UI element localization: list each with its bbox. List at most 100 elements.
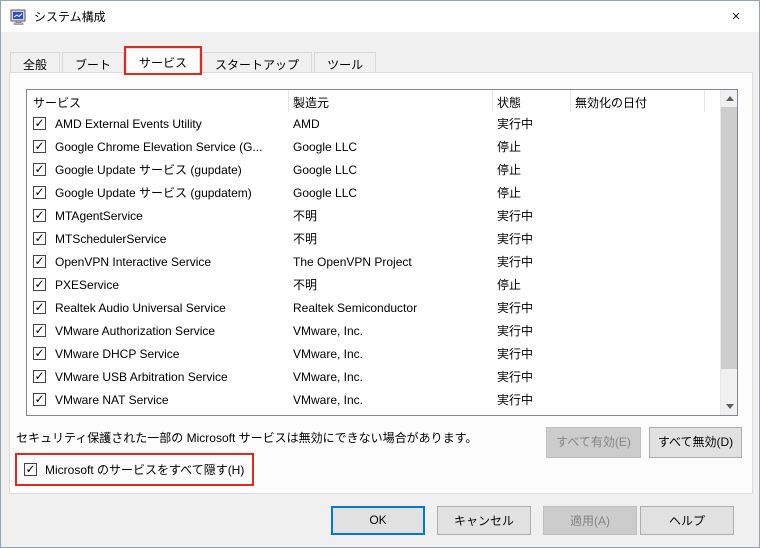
- service-table-body: ✓ AMD External Events Utility AMD 実行中 ✓ …: [27, 112, 720, 415]
- scrollbar-thumb[interactable]: [721, 107, 737, 369]
- service-name: MTSchedulerService: [55, 231, 167, 246]
- tab-boot[interactable]: ブート: [62, 52, 125, 73]
- title-bar: システム構成 ×: [1, 1, 759, 32]
- table-row[interactable]: ✓ VMware Authorization Service VMware, I…: [27, 319, 720, 342]
- hide-microsoft-services-annotation: ✓ Microsoft のサービスをすべて隠す(H): [15, 453, 255, 486]
- service-status: 実行中: [493, 414, 571, 415]
- list-header: サービス 製造元 状態 無効化の日付: [27, 90, 720, 112]
- window-title: システム構成: [34, 10, 106, 24]
- column-header-date-disabled[interactable]: 無効化の日付: [571, 90, 705, 112]
- table-row[interactable]: ✓ PXEService 不明 停止: [27, 273, 720, 296]
- service-checkbox[interactable]: ✓: [33, 301, 46, 314]
- service-status: 実行中: [497, 209, 534, 223]
- service-name: VMware Authorization Service: [55, 323, 216, 338]
- hide-microsoft-services-checkbox[interactable]: ✓: [24, 463, 37, 476]
- tab-strip: 全般 ブート サービス スタートアップ ツール: [10, 48, 378, 73]
- tab-services[interactable]: サービス: [126, 48, 201, 73]
- service-manufacturer: 不明: [293, 232, 318, 246]
- service-status: 実行中: [497, 324, 534, 338]
- service-manufacturer: AMD: [293, 116, 320, 131]
- chevron-up-icon: [725, 96, 734, 101]
- tab-tools[interactable]: ツール: [314, 52, 377, 73]
- scroll-up-button[interactable]: [721, 90, 737, 107]
- service-name: AMD External Events Utility: [55, 116, 202, 131]
- service-manufacturer: 不明: [289, 414, 493, 415]
- service-status: 実行中: [497, 347, 534, 361]
- table-row[interactable]: ✓ VMware NAT Service VMware, Inc. 実行中: [27, 388, 720, 411]
- service-status: 実行中: [497, 393, 534, 407]
- cancel-button[interactable]: キャンセル: [437, 506, 531, 535]
- service-name: PXEService: [55, 277, 120, 292]
- enable-all-button: すべて有効(E): [546, 427, 641, 458]
- service-checkbox[interactable]: ✓: [33, 347, 46, 360]
- table-row[interactable]: ✓ VMware USB Arbitration Service VMware,…: [27, 365, 720, 388]
- service-checkbox[interactable]: ✓: [33, 393, 46, 406]
- service-manufacturer: Google LLC: [293, 162, 358, 177]
- service-name: MTAgentService: [55, 208, 143, 223]
- service-manufacturer: 不明: [293, 209, 318, 223]
- service-name: Google Update サービス (gupdate): [55, 163, 242, 177]
- service-status: 実行中: [497, 232, 534, 246]
- system-configuration-dialog: システム構成 × 全般 ブート サービス スタートアップ ツール サービス 製造…: [0, 0, 760, 548]
- table-row[interactable]: ✓ MTAgentService 不明 実行中: [27, 204, 720, 227]
- apply-button: 適用(A): [543, 506, 637, 535]
- service-checkbox[interactable]: ✓: [33, 370, 46, 383]
- service-manufacturer: Realtek Semiconductor: [293, 300, 418, 315]
- ok-button[interactable]: OK: [331, 506, 425, 535]
- table-row[interactable]: ✓ OpenVPN Interactive Service The OpenVP…: [27, 250, 720, 273]
- service-name: Google Chrome Elevation Service (G...: [55, 139, 263, 154]
- vertical-scrollbar[interactable]: [720, 90, 737, 415]
- tab-general[interactable]: 全般: [10, 52, 61, 73]
- service-status: 実行中: [497, 301, 534, 315]
- services-list: サービス 製造元 状態 無効化の日付 ✓ AMD External Events…: [26, 89, 738, 416]
- service-status: 実行中: [497, 255, 534, 269]
- service-checkbox[interactable]: ✓: [33, 324, 46, 337]
- service-manufacturer: Google LLC: [293, 185, 358, 200]
- table-row[interactable]: ✓ AMD External Events Utility AMD 実行中: [27, 112, 720, 135]
- table-row[interactable]: ✓ MTSchedulerService 不明 実行中: [27, 227, 720, 250]
- service-manufacturer: VMware, Inc.: [293, 392, 364, 407]
- service-checkbox[interactable]: ✓: [33, 278, 46, 291]
- tab-startup[interactable]: スタートアップ: [202, 52, 313, 73]
- service-manufacturer: VMware, Inc.: [293, 323, 364, 338]
- table-row[interactable]: ✓ 不明 実行中: [27, 411, 720, 415]
- service-checkbox[interactable]: ✓: [33, 232, 46, 245]
- scroll-down-button[interactable]: [721, 398, 737, 415]
- service-status: 停止: [497, 163, 522, 177]
- column-header-manufacturer[interactable]: 製造元: [289, 90, 493, 112]
- close-button[interactable]: ×: [713, 1, 759, 31]
- service-checkbox[interactable]: ✓: [33, 117, 46, 130]
- service-manufacturer: Google LLC: [293, 139, 358, 154]
- security-note: セキュリティ保護された一部の Microsoft サービスは無効にできない場合が…: [16, 431, 478, 445]
- msconfig-app-icon: [10, 9, 26, 25]
- service-status: 停止: [497, 186, 522, 200]
- service-name: VMware USB Arbitration Service: [55, 369, 228, 384]
- table-row[interactable]: ✓ Google Update サービス (gupdatem) Google L…: [27, 181, 720, 204]
- service-checkbox[interactable]: ✓: [33, 163, 46, 176]
- table-row[interactable]: ✓ VMware DHCP Service VMware, Inc. 実行中: [27, 342, 720, 365]
- service-manufacturer: The OpenVPN Project: [293, 254, 412, 269]
- column-header-service[interactable]: サービス: [27, 90, 289, 112]
- service-status: 停止: [497, 278, 522, 292]
- disable-all-button[interactable]: すべて無効(D): [649, 427, 742, 458]
- table-row[interactable]: ✓ Realtek Audio Universal Service Realte…: [27, 296, 720, 319]
- help-button[interactable]: ヘルプ: [640, 506, 734, 535]
- service-name: Realtek Audio Universal Service: [55, 300, 226, 315]
- service-manufacturer: 不明: [293, 278, 318, 292]
- service-name: OpenVPN Interactive Service: [55, 254, 212, 269]
- column-header-status[interactable]: 状態: [493, 90, 571, 112]
- service-manufacturer: VMware, Inc.: [293, 369, 364, 384]
- hide-microsoft-services-label: Microsoft のサービスをすべて隠す(H): [45, 463, 245, 477]
- service-manufacturer: VMware, Inc.: [293, 346, 364, 361]
- service-checkbox[interactable]: ✓: [33, 255, 46, 268]
- chevron-down-icon: [725, 404, 734, 409]
- service-status: 停止: [497, 140, 522, 154]
- service-checkbox[interactable]: ✓: [33, 140, 46, 153]
- service-status: 実行中: [497, 370, 534, 384]
- service-name: Google Update サービス (gupdatem): [55, 186, 252, 200]
- service-checkbox[interactable]: ✓: [33, 209, 46, 222]
- service-checkbox[interactable]: ✓: [33, 186, 46, 199]
- table-row[interactable]: ✓ Google Update サービス (gupdate) Google LL…: [27, 158, 720, 181]
- table-row[interactable]: ✓ Google Chrome Elevation Service (G... …: [27, 135, 720, 158]
- service-name: VMware NAT Service: [55, 392, 169, 407]
